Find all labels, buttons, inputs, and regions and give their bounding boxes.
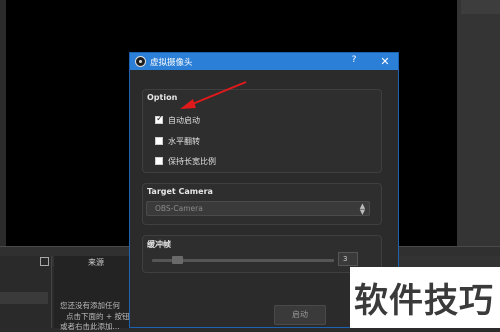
annotation-arrow-head — [180, 99, 196, 109]
annotation-arrow-line — [189, 81, 247, 106]
watermark-text: 软件技巧 — [354, 281, 494, 321]
watermark: 软件技巧 — [350, 267, 500, 328]
